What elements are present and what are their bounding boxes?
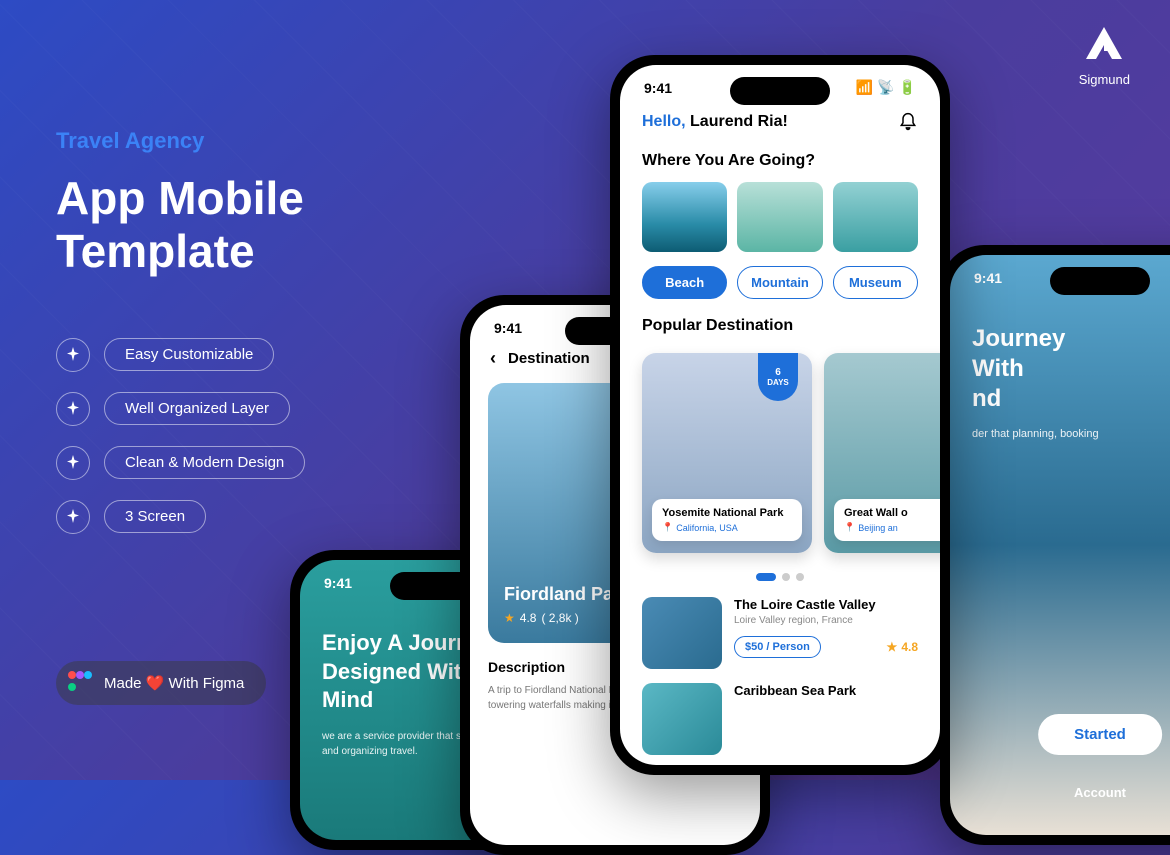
detail-header: Destination [508,350,590,367]
list-item[interactable]: Caribbean Sea Park [642,683,918,755]
sparkle-icon [56,392,90,426]
card-location: Beijing an [858,523,898,533]
phone-screen-4: 9:41 📶 Journey With nd der that planning… [940,245,1170,845]
chip-mountain[interactable]: Mountain [737,266,822,299]
rating-value: 4.8 [901,640,918,654]
price-pill: $50 / Person [734,636,821,658]
destination-card[interactable]: Great Wall o 📍Beijing an [824,353,940,553]
feature-item: 3 Screen [56,500,305,534]
figma-badge-text: Made ❤️ With Figma [104,674,244,692]
onboard-body: der that planning, booking [972,428,1170,440]
sparkle-icon [56,338,90,372]
sparkle-icon [56,446,90,480]
feature-item: Well Organized Layer [56,392,305,426]
notch [730,77,830,105]
feature-label: Clean & Modern Design [104,446,305,479]
category-tile[interactable] [642,182,727,252]
battery-icon: 🔋 [899,79,916,96]
feature-list: Easy Customizable Well Organized Layer C… [56,338,305,534]
feature-label: 3 Screen [104,500,206,533]
star-icon: ★ [504,611,515,625]
figma-badge: Made ❤️ With Figma [56,661,266,705]
section-heading: Popular Destination [620,313,940,347]
category-tile[interactable] [737,182,822,252]
list-thumb [642,597,722,669]
status-icons: 📶 📡 🔋 [856,79,916,96]
pin-icon: 📍 [844,522,855,533]
figma-icon [68,671,92,695]
notch [1050,267,1150,295]
status-time: 9:41 [974,270,1002,286]
onboard-heading: Journey With nd [972,324,1170,414]
days-badge: 6 DAYS [758,353,798,401]
feature-item: Easy Customizable [56,338,305,372]
list-title: Caribbean Sea Park [734,683,918,698]
marketing-title: App Mobile Template [56,172,305,278]
feature-label: Well Organized Layer [104,392,290,425]
carousel-dots[interactable] [620,559,940,591]
bell-icon[interactable] [898,112,918,132]
marketing-panel: Travel Agency App Mobile Template Easy C… [56,128,305,534]
marketing-subtitle: Travel Agency [56,128,305,154]
greeting: Hello, Laurend Ria! [642,113,788,131]
wifi-icon: 📡 [877,79,894,96]
list-title: The Loire Castle Valley [734,597,918,612]
section-heading: Where You Are Going? [620,148,940,182]
account-link[interactable]: Account [1074,785,1126,800]
feature-item: Clean & Modern Design [56,446,305,480]
star-icon: ★ [887,640,898,654]
phone-screen-1: 9:41 📶 📡 🔋 Hello, Laurend Ria! Where You… [610,55,950,775]
list-sub: Loire Valley region, France [734,615,918,626]
card-title: Great Wall o [844,507,940,519]
chip-beach[interactable]: Beach [642,266,727,299]
signal-icon: 📶 [856,79,873,96]
destination-card[interactable]: 6 DAYS Yosemite National Park 📍Californi… [642,353,812,553]
card-title: Yosemite National Park [662,507,792,519]
status-time: 9:41 [324,575,352,591]
back-icon[interactable]: ‹ [490,348,496,369]
status-time: 9:41 [644,80,672,96]
pin-icon: 📍 [662,522,673,533]
rating-value: 4.8 [520,611,537,625]
category-tile[interactable] [833,182,918,252]
list-thumb [642,683,722,755]
card-location: California, USA [676,523,738,533]
status-time: 9:41 [494,320,522,336]
list-item[interactable]: The Loire Castle Valley Loire Valley reg… [642,597,918,669]
chip-museum[interactable]: Museum [833,266,918,299]
rating-count: ( 2,8k ) [541,611,578,625]
get-started-button[interactable]: Started [1038,714,1162,755]
sparkle-icon [56,500,90,534]
feature-label: Easy Customizable [104,338,274,371]
